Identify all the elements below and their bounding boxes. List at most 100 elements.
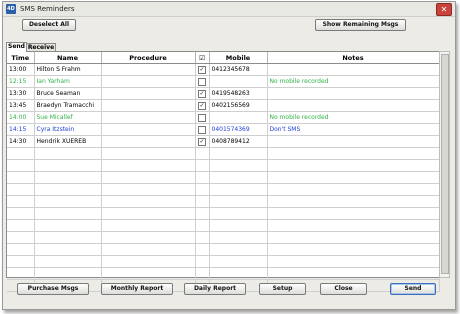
cell-notes: No mobile recorded: [267, 111, 440, 124]
cell-time: 14:30: [7, 135, 35, 148]
table-row[interactable]: 13:00 Hilton S Frahm ✓ 0412345678: [7, 63, 440, 76]
empty-row: [7, 219, 440, 232]
cell-select[interactable]: [195, 111, 210, 124]
empty-cell: [267, 231, 440, 244]
empty-cell: [195, 183, 210, 196]
tab-send[interactable]: Send: [6, 42, 27, 52]
cell-notes: [267, 135, 440, 148]
empty-cell: [101, 171, 196, 184]
cell-procedure: [101, 75, 196, 88]
empty-cell: [195, 171, 210, 184]
checkbox-checked-icon[interactable]: ✓: [198, 137, 206, 146]
cell-procedure: [101, 87, 196, 100]
cell-mobile: 0408789412: [209, 135, 268, 148]
cell-time: 14:15: [7, 123, 35, 136]
close-button[interactable]: Close: [320, 283, 367, 295]
monthly-report-button[interactable]: Monthly Report: [101, 283, 173, 295]
close-window-icon[interactable]: ✕: [436, 3, 452, 16]
checkbox-unchecked-icon[interactable]: [198, 125, 206, 134]
empty-cell: [7, 183, 35, 196]
cell-procedure: [101, 123, 196, 136]
cell-mobile: [209, 111, 268, 124]
cell-select[interactable]: [195, 75, 210, 88]
table-row[interactable]: 12:15 Ian Yarham No mobile recorded: [7, 75, 440, 88]
empty-cell: [101, 195, 196, 208]
column-header-select-icon[interactable]: ☑: [195, 52, 210, 64]
empty-cell: [34, 159, 102, 172]
sms-reminders-window: 4D SMS Reminders ✕ Deselect All Show Rem…: [2, 1, 456, 310]
checkbox-unchecked-icon[interactable]: [198, 113, 206, 122]
empty-cell: [34, 267, 102, 280]
cell-select[interactable]: ✓: [195, 87, 210, 100]
checkbox-unchecked-icon[interactable]: [198, 77, 206, 86]
empty-cell: [195, 207, 210, 220]
column-header-time[interactable]: Time: [7, 52, 35, 64]
empty-cell: [34, 243, 102, 256]
checkbox-checked-icon[interactable]: ✓: [198, 89, 206, 98]
empty-cell: [267, 267, 440, 280]
empty-cell: [209, 267, 268, 280]
empty-cell: [209, 147, 268, 160]
empty-cell: [195, 147, 210, 160]
empty-cell: [34, 183, 102, 196]
cell-mobile: 0401574369: [209, 123, 268, 136]
column-header-notes[interactable]: Notes: [267, 52, 440, 64]
empty-cell: [7, 255, 35, 268]
cell-mobile: 0402156569: [209, 99, 268, 112]
checkbox-checked-icon[interactable]: ✓: [198, 101, 206, 110]
cell-name: Sue Micallef: [34, 111, 102, 124]
empty-cell: [267, 171, 440, 184]
empty-row: [7, 147, 440, 160]
empty-row: [7, 231, 440, 244]
table-row[interactable]: 14:00 Sue Micallef No mobile recorded: [7, 111, 440, 124]
deselect-all-button[interactable]: Deselect All: [22, 19, 76, 31]
cell-name: Cyra Itzstein: [34, 123, 102, 136]
empty-cell: [267, 243, 440, 256]
empty-cell: [209, 243, 268, 256]
cell-select[interactable]: ✓: [195, 99, 210, 112]
vertical-scrollbar[interactable]: [439, 51, 450, 278]
empty-row: [7, 195, 440, 208]
empty-cell: [209, 195, 268, 208]
table-row[interactable]: 14:30 Hendrik XUEREB ✓ 0408789412: [7, 135, 440, 148]
empty-cell: [34, 171, 102, 184]
cell-mobile: [209, 75, 268, 88]
empty-cell: [34, 255, 102, 268]
empty-row: [7, 255, 440, 268]
empty-cell: [195, 219, 210, 232]
empty-row: [7, 267, 440, 280]
empty-row: [7, 159, 440, 172]
column-header-name[interactable]: Name: [34, 52, 102, 64]
empty-cell: [7, 243, 35, 256]
purchase-msgs-button[interactable]: Purchase Msgs: [17, 283, 89, 295]
empty-cell: [195, 195, 210, 208]
column-header-procedure[interactable]: Procedure: [101, 52, 196, 64]
cell-select[interactable]: [195, 123, 210, 136]
table-row[interactable]: 14:15 Cyra Itzstein 0401574369 Don't SMS: [7, 123, 440, 136]
cell-select[interactable]: ✓: [195, 63, 210, 76]
setup-button[interactable]: Setup: [259, 283, 306, 295]
title-bar[interactable]: 4D SMS Reminders ✕: [3, 2, 455, 17]
table-row[interactable]: 13:45 Braedyn Tramacchi ✓ 0402156569: [7, 99, 440, 112]
empty-cell: [209, 171, 268, 184]
cell-select[interactable]: ✓: [195, 135, 210, 148]
cell-name: Braedyn Tramacchi: [34, 99, 102, 112]
show-remaining-msgs-button[interactable]: Show Remaining Msgs: [315, 19, 406, 31]
daily-report-button[interactable]: Daily Report: [184, 283, 246, 295]
empty-cell: [7, 219, 35, 232]
empty-cell: [267, 159, 440, 172]
table-row[interactable]: 13:30 Bruce Seaman ✓ 0419548263: [7, 87, 440, 100]
reminders-table: Time Name Procedure ☑ Mobile Notes 13:00…: [6, 51, 440, 292]
scrollbar-thumb[interactable]: [441, 54, 449, 274]
app-logo-icon: 4D: [6, 4, 16, 14]
column-header-mobile[interactable]: Mobile: [209, 52, 268, 64]
send-button[interactable]: Send: [390, 283, 436, 295]
empty-cell: [195, 243, 210, 256]
cell-name: Hendrik XUEREB: [34, 135, 102, 148]
empty-cell: [195, 267, 210, 280]
cell-notes: [267, 87, 440, 100]
empty-cell: [209, 219, 268, 232]
empty-cell: [209, 159, 268, 172]
empty-cell: [101, 183, 196, 196]
checkbox-checked-icon[interactable]: ✓: [198, 65, 206, 74]
